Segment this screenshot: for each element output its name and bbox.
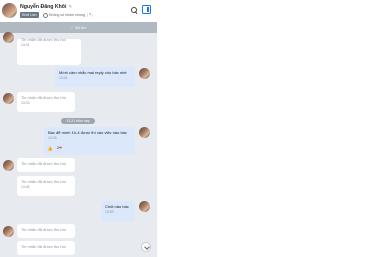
chat-header: Nguyễn Đăng Khôi ✎ Khối Lớn Không có nhóm… <box>0 0 157 23</box>
common-group-label: Không có nhóm chung <box>49 13 85 17</box>
sender-avatar[interactable] <box>3 32 14 43</box>
message-text: Tin nhắn đã được thu hồi <box>21 227 66 232</box>
scroll-down-icon[interactable] <box>141 242 151 252</box>
contact-name-text: Nguyễn Đăng Khôi <box>20 4 67 10</box>
message-text: Tin nhắn đã được thu hồi <box>21 95 66 100</box>
message-time: 13:01 <box>21 43 30 47</box>
tag-add-icon[interactable]: 🏷 <box>89 13 94 17</box>
date-separator: 13:21 Hôm nay <box>61 118 95 124</box>
message-bubble-outgoing[interactable]: Chốt nào bác 13:53 <box>101 201 135 221</box>
message-time: 13:03 <box>21 101 30 105</box>
message-text: Mình cảm nhắc mai reply cho bác nhé <box>59 70 127 75</box>
message-bubble-incoming[interactable]: Tin nhắn đã được thu hồi <box>17 241 75 255</box>
separator: | <box>86 13 88 17</box>
message-text: Tin nhắn đã được thu hồi <box>21 244 66 249</box>
message-bubble-incoming[interactable]: Tin nhắn đã được thu hồi <box>17 158 75 172</box>
message-text: Bác để mình 1h-4 được thì vào việc nào b… <box>48 130 127 135</box>
search-icon[interactable] <box>130 6 138 14</box>
message-text: Tin nhắn đã được thu hồi <box>21 37 66 42</box>
blank-area <box>157 0 374 257</box>
contact-name[interactable]: Nguyễn Đăng Khôi ✎ <box>20 4 72 10</box>
like-icon[interactable]: 👍 <box>47 146 53 151</box>
contact-tag[interactable]: Khối Lớn <box>20 12 39 18</box>
message-bubble-incoming[interactable]: Tin nhắn đã được thu hồi 13:46 <box>17 176 75 196</box>
message-bubble-incoming[interactable]: Tin nhắn đã được thu hồi 13:03 <box>17 92 75 112</box>
sender-avatar[interactable] <box>3 226 14 237</box>
message-bubble-incoming[interactable]: Tin nhắn đã được thu hồi <box>17 224 75 238</box>
sender-avatar[interactable] <box>3 160 14 171</box>
group-icon <box>43 12 48 18</box>
pin-bar-label: Bỏ tìm <box>75 26 87 30</box>
chat-window: Nguyễn Đăng Khôi ✎ Khối Lớn Không có nhóm… <box>0 0 157 257</box>
message-text: Chốt nào bác <box>105 204 129 209</box>
message-bubble-incoming[interactable]: Tin nhắn đã được thu hồi 13:01 <box>17 37 81 65</box>
message-text: Tin nhắn đã được thu hồi <box>21 179 66 184</box>
my-avatar[interactable] <box>139 68 150 79</box>
message-time: 13:53 <box>105 210 114 214</box>
my-avatar[interactable] <box>139 127 150 138</box>
contact-avatar[interactable] <box>2 3 17 18</box>
pin-bar[interactable]: ⟋ Bỏ tìm <box>0 22 157 33</box>
message-text: Tin nhắn đã được thu hồi <box>21 161 66 166</box>
message-time: 13:46 <box>21 185 30 189</box>
toggle-panel-icon[interactable] <box>142 5 151 14</box>
pin-icon: ⟋ <box>70 25 74 30</box>
message-bubble-outgoing[interactable]: Mình cảm nhắc mai reply cho bác nhé 13:0… <box>55 67 135 87</box>
my-avatar[interactable] <box>139 201 150 212</box>
heart-icon: ❤ <box>59 146 63 150</box>
sender-avatar[interactable] <box>3 93 14 104</box>
message-time: 13:03 <box>48 136 57 140</box>
reaction-summary[interactable]: 2❤ <box>57 146 62 151</box>
message-time: 13:01 <box>59 76 68 80</box>
common-group-info[interactable]: Không có nhóm chung | 🏷 <box>43 12 93 18</box>
edit-icon[interactable]: ✎ <box>68 4 72 9</box>
